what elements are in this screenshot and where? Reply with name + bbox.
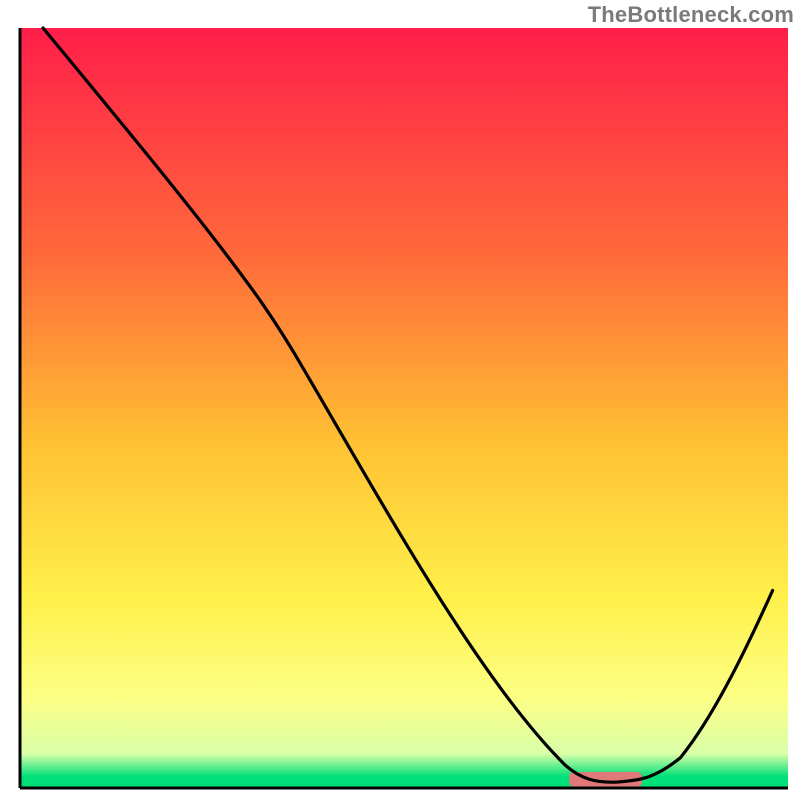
watermark-text: TheBottleneck.com <box>588 2 794 28</box>
plot-area <box>20 28 788 788</box>
chart-container <box>0 0 800 800</box>
chart-svg <box>0 0 800 800</box>
